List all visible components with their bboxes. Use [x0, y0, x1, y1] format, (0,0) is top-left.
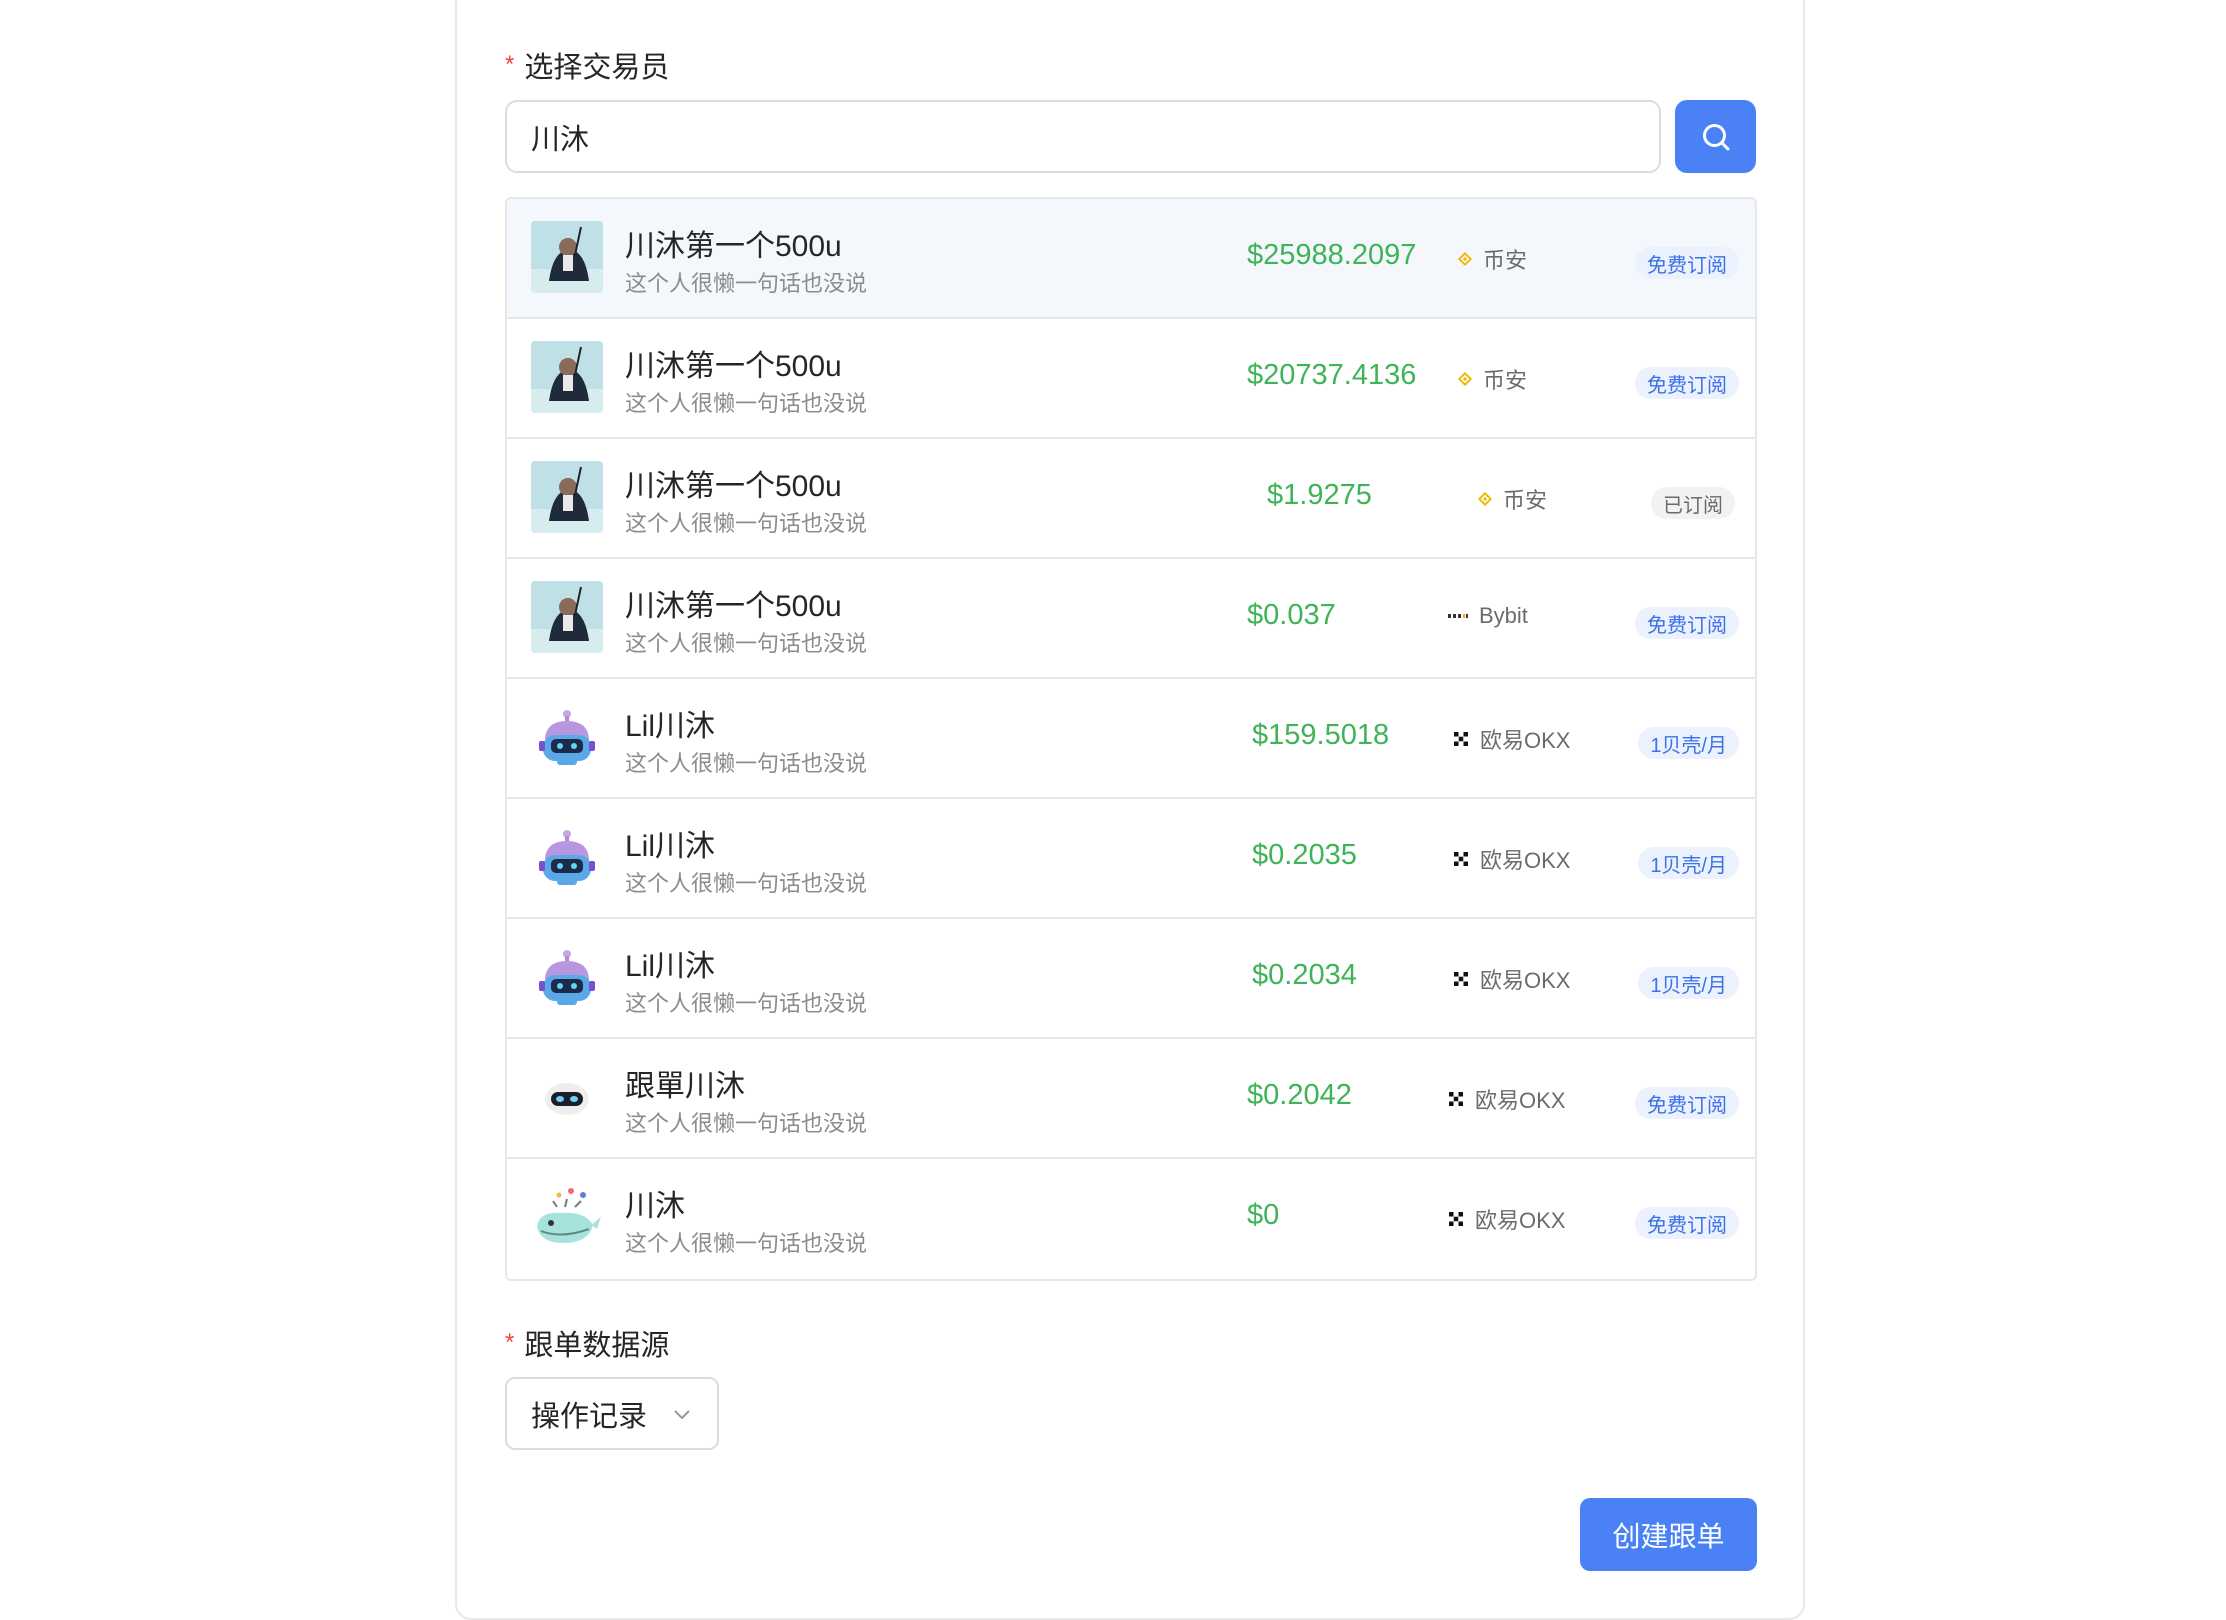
- trader-description: 这个人很懒一句话也没说: [625, 1111, 868, 1136]
- photo-avatar: [531, 461, 603, 533]
- exchange-name: 欧易OKX: [1480, 728, 1571, 753]
- bot-head-avatar: [531, 1061, 603, 1133]
- exchange-name: 币安: [1483, 368, 1528, 393]
- trader-row[interactable]: 川沐第一个500u 这个人很懒一句话也没说 $20737.4136 币安 免费订阅: [507, 319, 1755, 439]
- trader-row[interactable]: Lil川沐这个人很懒一句话也没说 $0.2034 欧易OKX 1贝壳/月: [507, 919, 1755, 1039]
- search-icon: [1702, 123, 1729, 150]
- trader-exchange: Bybit: [1447, 603, 1528, 629]
- trader-description: 这个人很懒一句话也没说: [625, 871, 868, 896]
- trader-balance: $0.037: [1247, 599, 1336, 631]
- trader-row[interactable]: 川沐第一个500u 这个人很懒一句话也没说 $25988.2097 币安 免费订阅: [507, 199, 1755, 319]
- okx-icon: [1454, 732, 1468, 746]
- trader-exchange: 币安: [1457, 243, 1527, 275]
- trader-name: 川沐: [625, 1190, 685, 1223]
- trader-name: 川沐第一个500u: [625, 470, 842, 503]
- trader-exchange: 币安: [1477, 483, 1547, 515]
- binance-icon: [1477, 491, 1493, 507]
- trader-exchange: 欧易OKX: [1452, 843, 1570, 875]
- trader-label-text: 选择交易员: [524, 52, 670, 84]
- subscribe-badge[interactable]: 已订阅: [1651, 487, 1735, 519]
- subscribe-badge[interactable]: 1贝壳/月: [1638, 847, 1739, 879]
- exchange-name: Bybit: [1479, 603, 1528, 628]
- trader-balance: $25988.2097: [1247, 239, 1417, 271]
- trader-description: 这个人很懒一句话也没说: [625, 631, 868, 656]
- trader-row[interactable]: Lil川沐这个人很懒一句话也没说 $159.5018 欧易OKX 1贝壳/月: [507, 679, 1755, 799]
- trader-name: 川沐第一个500u: [625, 230, 842, 263]
- trader-exchange: 欧易OKX: [1447, 1203, 1565, 1235]
- trader-exchange: 欧易OKX: [1452, 963, 1570, 995]
- trader-row[interactable]: 川沐第一个500u 这个人很懒一句话也没说 $0.037 Bybit 免费订阅: [507, 559, 1755, 679]
- trader-list: 川沐第一个500u 这个人很懒一句话也没说 $25988.2097 币安 免费订阅 川沐第…: [505, 197, 1757, 1281]
- exchange-name: 币安: [1483, 248, 1528, 273]
- trader-row[interactable]: 川沐第一个500u 这个人很懒一句话也没说 $1.9275 币安 已订阅: [507, 439, 1755, 559]
- subscribe-badge[interactable]: 1贝壳/月: [1638, 967, 1739, 999]
- subscribe-badge[interactable]: 免费订阅: [1635, 1207, 1739, 1239]
- required-mark: *: [505, 1329, 515, 1356]
- trader-exchange: 欧易OKX: [1447, 1083, 1565, 1115]
- subscribe-badge[interactable]: 免费订阅: [1635, 607, 1739, 639]
- binance-icon: [1457, 371, 1473, 387]
- trader-row[interactable]: 跟單川沐这个人很懒一句话也没说 $0.2042 欧易OKX 免费订阅: [507, 1039, 1755, 1159]
- okx-icon: [1449, 1092, 1463, 1106]
- trader-field-label: * 选择交易员: [505, 44, 669, 86]
- exchange-name: 欧易OKX: [1480, 968, 1571, 993]
- trader-description: 这个人很懒一句话也没说: [625, 271, 868, 296]
- source-select[interactable]: 操作记录: [505, 1377, 719, 1450]
- trader-description: 这个人很懒一句话也没说: [625, 751, 868, 776]
- exchange-name: 币安: [1503, 488, 1548, 513]
- trader-description: 这个人很懒一句话也没说: [625, 1231, 868, 1256]
- photo-avatar: [531, 221, 603, 293]
- source-field-label: * 跟单数据源: [505, 1322, 669, 1364]
- trader-exchange: 欧易OKX: [1452, 723, 1570, 755]
- trader-name: 跟單川沐: [625, 1070, 745, 1103]
- binance-icon: [1457, 251, 1473, 267]
- okx-icon: [1454, 852, 1468, 866]
- required-mark: *: [505, 51, 515, 78]
- trader-name: Lil川沐: [625, 950, 716, 983]
- subscribe-badge[interactable]: 免费订阅: [1635, 1087, 1739, 1119]
- trader-balance: $0.2034: [1252, 959, 1357, 991]
- subscribe-badge[interactable]: 免费订阅: [1635, 367, 1739, 399]
- exchange-name: 欧易OKX: [1475, 1088, 1566, 1113]
- trader-balance: $0.2035: [1252, 839, 1357, 871]
- trader-balance: $20737.4136: [1247, 359, 1417, 391]
- whale-avatar: [531, 1181, 603, 1253]
- exchange-name: 欧易OKX: [1475, 1208, 1566, 1233]
- subscribe-badge[interactable]: 1贝壳/月: [1638, 727, 1739, 759]
- trader-balance: $0: [1247, 1199, 1280, 1231]
- source-selected-value: 操作记录: [531, 1400, 648, 1433]
- exchange-name: 欧易OKX: [1480, 848, 1571, 873]
- robot-avatar: [531, 941, 603, 1013]
- trader-row[interactable]: Lil川沐这个人很懒一句话也没说 $0.2035 欧易OKX 1贝壳/月: [507, 799, 1755, 919]
- trader-row[interactable]: 川沐这个人很懒一句话也没说 $0 欧易OKX 免费订阅: [507, 1159, 1755, 1279]
- trader-description: 这个人很懒一句话也没说: [625, 511, 868, 536]
- trader-name: Lil川沐: [625, 830, 716, 863]
- okx-icon: [1454, 972, 1468, 986]
- search-button[interactable]: [1675, 100, 1756, 173]
- source-label-text: 跟单数据源: [524, 1330, 670, 1362]
- photo-avatar: [531, 581, 603, 653]
- trader-name: 川沐第一个500u: [625, 590, 842, 623]
- robot-avatar: [531, 821, 603, 893]
- trader-description: 这个人很懒一句话也没说: [625, 391, 868, 416]
- create-copytrade-button[interactable]: 创建跟单: [1580, 1498, 1757, 1571]
- trader-balance: $0.2042: [1247, 1079, 1352, 1111]
- chevron-down-icon: [674, 1409, 690, 1419]
- okx-icon: [1449, 1212, 1463, 1226]
- trader-name: 川沐第一个500u: [625, 350, 842, 383]
- create-button-label: 创建跟单: [1612, 1520, 1725, 1552]
- trader-name: Lil川沐: [625, 710, 716, 743]
- bybit-icon: [1448, 614, 1468, 618]
- trader-balance: $1.9275: [1267, 479, 1372, 511]
- trader-description: 这个人很懒一句话也没说: [625, 991, 868, 1016]
- subscribe-badge[interactable]: 免费订阅: [1635, 247, 1739, 279]
- photo-avatar: [531, 341, 603, 413]
- robot-avatar: [531, 701, 603, 773]
- trader-balance: $159.5018: [1252, 719, 1390, 751]
- trader-search-input[interactable]: [505, 100, 1661, 173]
- trader-exchange: 币安: [1457, 363, 1527, 395]
